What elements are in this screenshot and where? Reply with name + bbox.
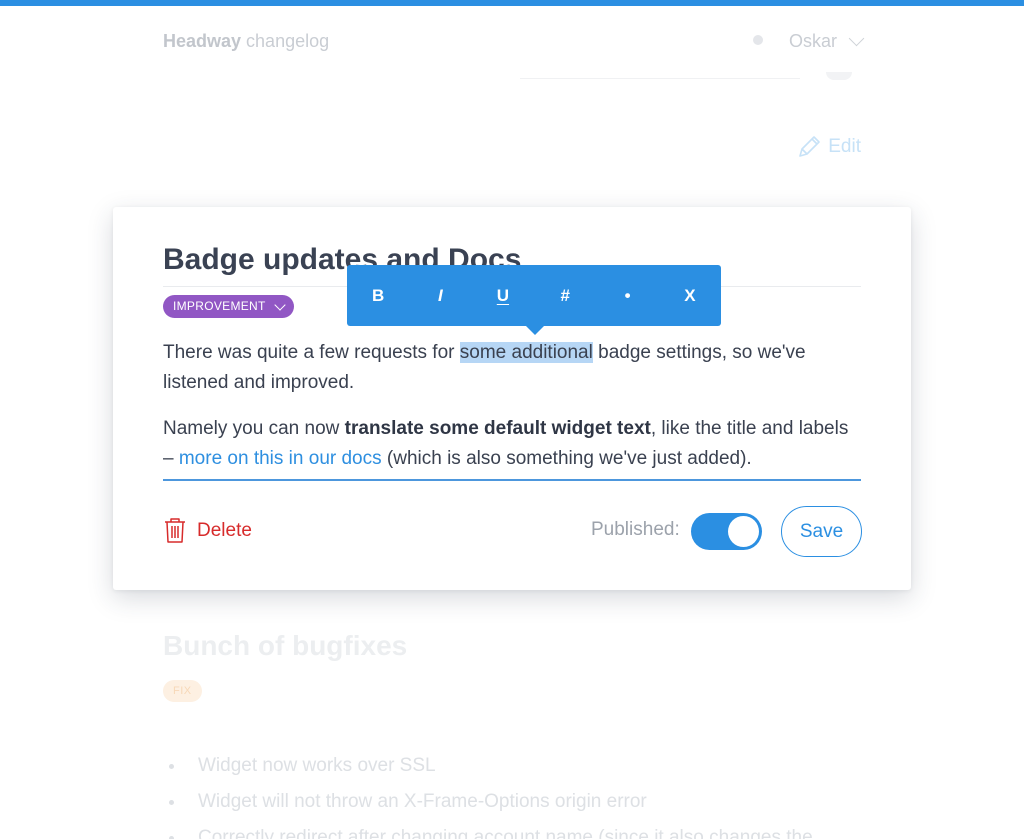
heading-button[interactable]: # bbox=[559, 286, 571, 306]
editor-focus-underline bbox=[163, 479, 861, 481]
user-name: Oskar bbox=[788, 31, 837, 51]
delete-label: Delete bbox=[197, 519, 252, 541]
body-paragraph: Namely you can now translate some defaul… bbox=[163, 418, 849, 469]
bold-text: translate some default widget text bbox=[344, 418, 651, 439]
close-toolbar-button[interactable]: X bbox=[684, 286, 696, 306]
edit-button[interactable]: Edit bbox=[796, 134, 861, 160]
docs-link[interactable]: more on this in our docs bbox=[179, 448, 382, 469]
post-body-editor[interactable]: There was quite a few requests for some … bbox=[163, 338, 863, 490]
user-menu[interactable]: Oskar bbox=[788, 30, 865, 52]
list-item: Correctly redirect after changing accoun… bbox=[163, 826, 813, 839]
category-select[interactable]: IMPROVEMENT bbox=[163, 295, 294, 318]
chevron-down-icon bbox=[273, 298, 286, 311]
bold-button[interactable]: B bbox=[372, 286, 384, 306]
nav-tab-indicator bbox=[826, 72, 852, 80]
bullet-list-button[interactable]: • bbox=[622, 286, 634, 306]
body-paragraph: There was quite a few requests for some … bbox=[163, 342, 806, 393]
pencil-icon bbox=[799, 136, 821, 157]
next-post-title: Bunch of bugfixes bbox=[163, 630, 408, 661]
save-button[interactable]: Save bbox=[781, 506, 862, 557]
user-avatar[interactable] bbox=[753, 35, 763, 45]
category-label: IMPROVEMENT bbox=[173, 299, 266, 313]
published-toggle[interactable] bbox=[691, 513, 762, 550]
app-brand[interactable]: Headway changelog bbox=[163, 31, 329, 52]
selected-text: some additional bbox=[459, 342, 593, 363]
toggle-knob bbox=[728, 516, 759, 547]
next-post-category-badge: FIX bbox=[163, 680, 202, 702]
underline-button[interactable]: U bbox=[497, 286, 509, 306]
next-post-list: Widget now works over SSL Widget will no… bbox=[163, 754, 813, 839]
list-item: Widget will not throw an X-Frame-Options… bbox=[163, 790, 813, 826]
list-item: Widget now works over SSL bbox=[163, 754, 813, 790]
trash-icon bbox=[165, 518, 185, 543]
published-label: Published: bbox=[591, 519, 680, 540]
chevron-down-icon bbox=[848, 30, 865, 47]
nav-divider bbox=[520, 78, 800, 79]
delete-button[interactable]: Delete bbox=[163, 517, 252, 544]
italic-button[interactable]: I bbox=[434, 286, 446, 306]
format-toolbar: B I U # • X bbox=[347, 265, 721, 335]
edit-label: Edit bbox=[828, 136, 861, 157]
